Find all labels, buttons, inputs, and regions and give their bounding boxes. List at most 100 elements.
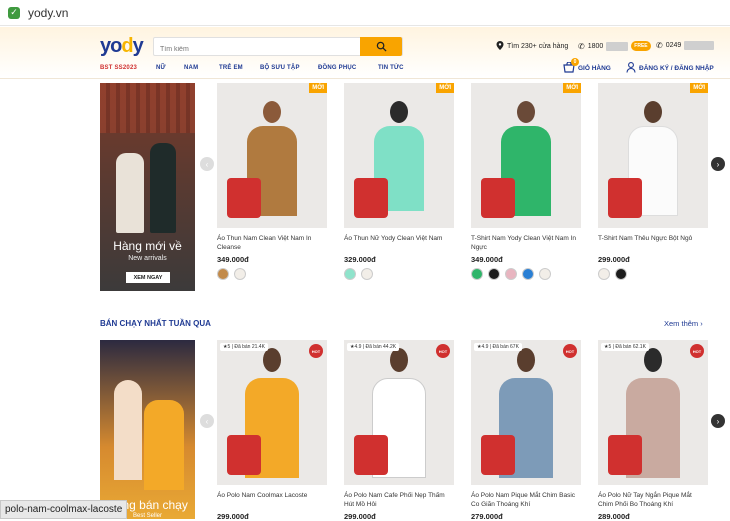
search-icon — [376, 41, 387, 52]
product-image[interactable]: MỚI — [217, 83, 327, 228]
nav-bst[interactable]: BST SS2023 — [100, 65, 137, 71]
product-price: 299.000đ — [217, 512, 249, 521]
color-swatch[interactable] — [522, 268, 534, 280]
store-locator[interactable]: Tìm 230+ cửa hàng — [496, 41, 568, 52]
yody-logo[interactable]: yody — [100, 35, 144, 58]
model-figure — [116, 153, 144, 233]
cart-icon: 0 — [563, 58, 579, 75]
bestseller-card[interactable]: ★4.9 | Đã bán 67K HOT Áo Polo Nam Pique … — [471, 340, 581, 521]
search-button[interactable] — [360, 37, 402, 56]
product-image[interactable]: ★5 | Đã bán 21.4K HOT — [217, 340, 327, 485]
gift-sticker — [608, 178, 642, 218]
nav-uniforms[interactable]: ĐỒNG PHỤC — [318, 65, 356, 71]
product-image[interactable]: ★5 | Đã bán 62.1K HOT — [598, 340, 708, 485]
shop-now-button[interactable]: XEM NGAY — [126, 272, 170, 283]
new-badge: MỚI — [436, 83, 454, 93]
color-swatch[interactable] — [234, 268, 246, 280]
product-name[interactable]: T-Shirt Nam Yody Clean Việt Nam In Ngực — [471, 234, 581, 252]
brick-wall — [100, 83, 195, 133]
product-image[interactable]: MỚI — [471, 83, 581, 228]
nav-kids[interactable]: TRẺ EM — [219, 65, 243, 71]
carousel-prev-button[interactable]: ‹ — [200, 157, 214, 171]
hotline-1[interactable]: ✆ 1800 FREE — [578, 41, 651, 51]
model-figure — [144, 400, 184, 490]
secure-site-icon: ✓ — [8, 6, 20, 19]
hot-badge: HOT — [436, 344, 450, 358]
product-price: 299.000đ — [344, 512, 376, 521]
product-card[interactable]: MỚI T-Shirt Nam Thêu Ngực Bột Ngô 299.00… — [598, 83, 708, 280]
location-pin-icon — [496, 41, 504, 52]
color-swatch[interactable] — [505, 268, 517, 280]
phone-icon: ✆ — [656, 41, 663, 50]
phone1-text: 1800 — [587, 42, 604, 50]
rating-sold-badge: ★4.9 | Đã bán 67K — [474, 343, 522, 351]
phone-icon: ✆ — [578, 41, 585, 51]
product-card[interactable]: MỚI Áo Thun Nam Clean Việt Nam In Cleans… — [217, 83, 327, 280]
model-figure — [150, 143, 176, 233]
account-link[interactable]: ĐĂNG KÝ / ĐĂNG NHẬP — [626, 62, 714, 75]
see-more-link[interactable]: Xem thêm › — [664, 319, 703, 328]
product-name[interactable]: Áo Polo Nam Coolmax Lacoste — [217, 491, 327, 509]
cart-label: GIỎ HÀNG — [578, 65, 611, 72]
product-card[interactable]: MỚI Áo Thun Nữ Yody Clean Việt Nam 329.0… — [344, 83, 454, 280]
new-badge: MỚI — [309, 83, 327, 93]
bestseller-prev-button[interactable]: ‹ — [200, 414, 214, 428]
chevron-right-icon: › — [700, 319, 703, 328]
redacted-block — [684, 41, 715, 50]
rating-sold-badge: ★4.9 | Đã bán 44.2K — [347, 343, 400, 351]
product-name[interactable]: Áo Thun Nữ Yody Clean Việt Nam — [344, 234, 454, 252]
hot-badge: HOT — [563, 344, 577, 358]
gift-sticker — [227, 435, 261, 475]
color-swatch[interactable] — [539, 268, 551, 280]
link-status-tooltip: polo-nam-coolmax-lacoste — [0, 500, 128, 519]
product-name[interactable]: Áo Polo Nam Pique Mắt Chim Basic Co Giãn… — [471, 491, 581, 509]
account-label: ĐĂNG KÝ / ĐĂNG NHẬP — [639, 65, 714, 72]
bestseller-card[interactable]: ★5 | Đã bán 21.4K HOT Áo Polo Nam Coolma… — [217, 340, 327, 521]
product-image[interactable]: MỚI — [598, 83, 708, 228]
product-price: 329.000đ — [344, 255, 376, 264]
browser-address-bar[interactable]: ✓ yody.vn — [0, 0, 730, 26]
product-image[interactable]: MỚI — [344, 83, 454, 228]
product-price: 349.000đ — [217, 255, 249, 264]
product-name[interactable]: Áo Polo Nam Cafe Phối Nẹp Thấm Hút Mồ Hô… — [344, 491, 454, 509]
product-price: 349.000đ — [471, 255, 503, 264]
cart-link[interactable]: 0 GIỎ HÀNG — [563, 58, 611, 75]
color-swatch[interactable] — [471, 268, 483, 280]
color-swatch[interactable] — [615, 268, 627, 280]
new-arrivals-banner[interactable]: Hàng mới về Hàng mới về New arrivals XEM… — [100, 83, 195, 291]
product-name[interactable]: Áo Polo Nữ Tay Ngắn Pique Mắt Chim Phối … — [598, 491, 708, 509]
product-price: 299.000đ — [598, 255, 630, 264]
nav-men[interactable]: NAM — [184, 65, 198, 71]
product-name[interactable]: T-Shirt Nam Thêu Ngực Bột Ngô — [598, 234, 708, 252]
address-url[interactable]: yody.vn — [28, 6, 68, 20]
nav-news[interactable]: TIN TỨC — [378, 65, 404, 71]
bestseller-card[interactable]: ★4.9 | Đã bán 44.2K HOT Áo Polo Nam Cafe… — [344, 340, 454, 521]
new-badge: MỚI — [690, 83, 708, 93]
color-swatch[interactable] — [488, 268, 500, 280]
rating-sold-badge: ★5 | Đã bán 62.1K — [601, 343, 649, 351]
product-image[interactable]: ★4.9 | Đã bán 67K HOT — [471, 340, 581, 485]
rating-sold-badge: ★5 | Đã bán 21.4K — [220, 343, 268, 351]
product-card[interactable]: MỚI T-Shirt Nam Yody Clean Việt Nam In N… — [471, 83, 581, 280]
bestseller-banner[interactable]: Hàng bán chạy Best Seller — [100, 340, 195, 519]
new-badge: MỚI — [563, 83, 581, 93]
product-image[interactable]: ★4.9 | Đã bán 44.2K HOT — [344, 340, 454, 485]
color-swatch[interactable] — [598, 268, 610, 280]
nav-women[interactable]: NỮ — [156, 65, 166, 71]
search-input[interactable] — [154, 41, 359, 58]
hot-badge: HOT — [690, 344, 704, 358]
product-name[interactable]: Áo Thun Nam Clean Việt Nam In Cleanse — [217, 234, 327, 252]
bestseller-card[interactable]: ★5 | Đã bán 62.1K HOT Áo Polo Nữ Tay Ngắ… — [598, 340, 708, 521]
color-swatch[interactable] — [361, 268, 373, 280]
bestseller-next-button[interactable]: › — [711, 414, 725, 428]
color-swatch[interactable] — [217, 268, 229, 280]
banner-title: Hàng mới về — [113, 239, 182, 253]
bestseller-section-title: BÁN CHẠY NHẤT TUẦN QUA — [100, 319, 211, 328]
store-count-label: Tìm 230+ cửa hàng — [507, 43, 569, 50]
carousel-next-button[interactable]: › — [711, 157, 725, 171]
product-price: 289.000đ — [598, 512, 630, 521]
color-swatch[interactable] — [344, 268, 356, 280]
hotline-2[interactable]: ✆ 0249 — [656, 41, 715, 50]
nav-collections[interactable]: BỘ SƯU TẬP — [260, 65, 300, 71]
hot-badge: HOT — [309, 344, 323, 358]
